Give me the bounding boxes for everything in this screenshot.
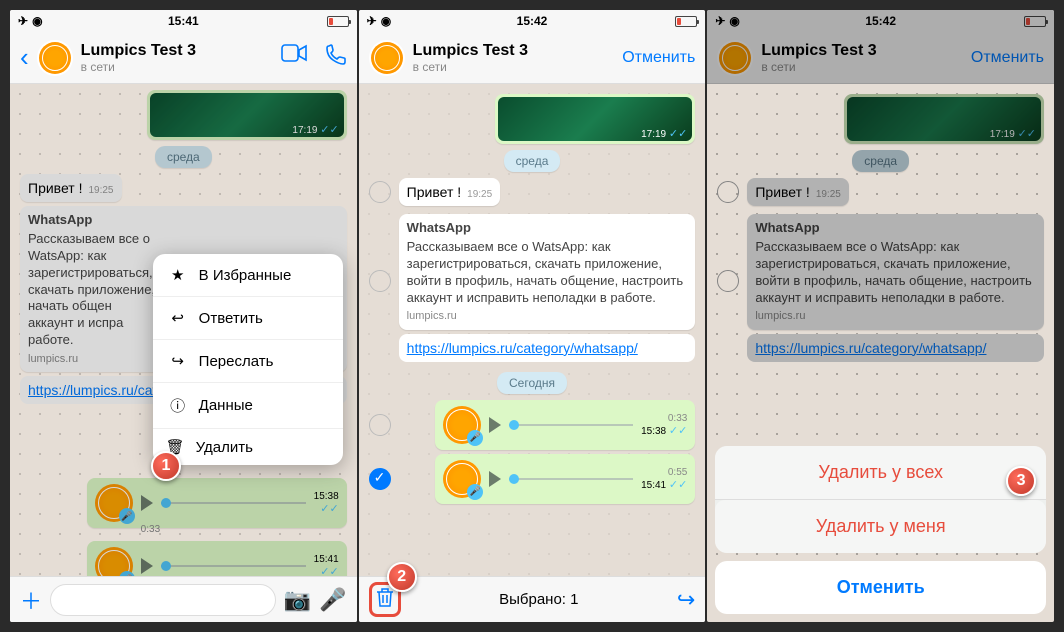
battery-icon	[675, 16, 697, 27]
status-bar: ✈ ◉ 15:41	[10, 10, 357, 32]
phone-screen-1: ✈ ◉ 15:41 ‹ Lumpics Test 3 в сети 17:19 ✓…	[10, 10, 357, 622]
play-icon[interactable]	[141, 495, 153, 511]
avatar[interactable]	[369, 40, 405, 76]
cancel-button: Отменить	[971, 49, 1044, 67]
voice-message[interactable]: 🎤 15:41✓✓	[87, 541, 347, 576]
status-bar: ✈ ◉ 15:42	[707, 10, 1054, 32]
menu-info[interactable]: ⓘДанные	[153, 383, 343, 429]
plus-icon[interactable]: ＋	[20, 584, 42, 616]
voice-message[interactable]: 🎤 0:3315:38 ✓✓	[435, 400, 695, 450]
select-radio[interactable]	[369, 414, 391, 436]
avatar[interactable]	[37, 40, 73, 76]
step-badge-1: 1	[151, 451, 181, 481]
avatar	[717, 40, 753, 76]
chat-footer: ＋ 📷 🎤	[10, 576, 357, 622]
forward-icon: ↪	[169, 352, 187, 370]
play-icon[interactable]	[489, 417, 501, 433]
action-sheet: Удалить у всех Удалить у меня Отменить	[715, 446, 1046, 614]
camera-icon[interactable]: 📷	[284, 587, 311, 613]
select-radio[interactable]	[369, 270, 391, 292]
video-call-icon[interactable]	[281, 44, 307, 71]
message-bubble[interactable]: Привет !19:25	[20, 174, 122, 202]
image-message: 17:19 ✓✓	[844, 94, 1044, 144]
chat-header: Lumpics Test 3 в сети Отменить	[359, 32, 706, 84]
select-radio[interactable]	[369, 181, 391, 203]
forward-icon[interactable]: ↪	[677, 587, 695, 613]
contact-status: в сети	[413, 60, 615, 74]
voice-call-icon[interactable]	[325, 44, 347, 71]
airplane-icon: ✈	[18, 14, 28, 28]
message-input[interactable]	[50, 584, 276, 616]
image-message[interactable]: 17:19 ✓✓	[495, 94, 695, 144]
select-radio	[717, 181, 739, 203]
star-icon: ★	[169, 266, 187, 284]
contact-name: Lumpics Test 3	[81, 41, 273, 60]
menu-reply[interactable]: ↩Ответить	[153, 297, 343, 340]
reply-icon: ↩	[169, 309, 187, 327]
mic-icon: 🎤	[467, 484, 483, 500]
image-message[interactable]: 17:19 ✓✓	[147, 90, 347, 140]
phone-screen-3: ✈◉ 15:42 Lumpics Test 3 в сети Отменить …	[707, 10, 1054, 622]
context-menu: ★В Избранные ↩Ответить ↪Переслать ⓘДанны…	[153, 254, 343, 465]
voice-message-selected[interactable]: 🎤 0:5515:41 ✓✓	[435, 454, 695, 504]
wifi-icon: ◉	[381, 14, 391, 28]
day-separator: среда	[852, 150, 909, 172]
link-preview[interactable]: WhatsApp Рассказываем все о WatsApp: как…	[399, 214, 696, 330]
contact-status: в сети	[81, 60, 273, 74]
mic-icon: 🎤	[119, 508, 135, 524]
link-message: https://lumpics.ru/category/whatsapp/	[747, 334, 1044, 362]
link-preview: WhatsApp Рассказываем все о WatsApp: как…	[747, 214, 1044, 330]
sheet-cancel-button[interactable]: Отменить	[715, 561, 1046, 614]
day-separator: среда	[155, 146, 212, 168]
info-icon: ⓘ	[169, 395, 187, 416]
delete-for-me-button[interactable]: Удалить у меня	[715, 500, 1046, 553]
mic-icon: 🎤	[467, 430, 483, 446]
status-time: 15:42	[517, 14, 548, 28]
selected-count: Выбрано: 1	[409, 591, 669, 608]
delete-for-everyone-button[interactable]: Удалить у всех	[715, 446, 1046, 500]
play-icon[interactable]	[141, 558, 153, 574]
chat-header: Lumpics Test 3 в сети Отменить	[707, 32, 1054, 84]
back-icon[interactable]: ‹	[20, 42, 29, 73]
battery-icon	[327, 16, 349, 27]
play-icon[interactable]	[489, 471, 501, 487]
chat-header: ‹ Lumpics Test 3 в сети	[10, 32, 357, 84]
phone-screen-2: ✈◉ 15:42 Lumpics Test 3 в сети Отменить …	[359, 10, 706, 622]
menu-star[interactable]: ★В Избранные	[153, 254, 343, 297]
airplane-icon: ✈	[715, 14, 725, 28]
contact-status: в сети	[761, 60, 963, 74]
select-radio-checked[interactable]	[369, 468, 391, 490]
contact-name: Lumpics Test 3	[761, 41, 963, 60]
status-time: 15:41	[168, 14, 199, 28]
contact-name: Lumpics Test 3	[413, 41, 615, 60]
mic-icon[interactable]: 🎤	[319, 587, 346, 613]
day-separator: среда	[504, 150, 561, 172]
message-bubble[interactable]: Привет !19:25	[399, 178, 501, 206]
step-badge-2: 2	[387, 562, 417, 592]
message-bubble: Привет !19:25	[747, 178, 849, 206]
voice-message[interactable]: 🎤 15:38✓✓	[87, 478, 347, 528]
link-message[interactable]: https://lumpics.ru/category/whatsapp/	[399, 334, 696, 362]
wifi-icon: ◉	[729, 14, 739, 28]
select-radio	[717, 270, 739, 292]
battery-icon	[1024, 16, 1046, 27]
status-time: 15:42	[865, 14, 896, 28]
airplane-icon: ✈	[367, 14, 377, 28]
step-badge-3: 3	[1006, 466, 1036, 496]
wifi-icon: ◉	[32, 14, 42, 28]
status-bar: ✈ ◉ 15:42	[359, 10, 706, 32]
day-separator: Сегодня	[497, 372, 567, 394]
menu-delete[interactable]: 🗑Удалить	[153, 426, 343, 465]
cancel-button[interactable]: Отменить	[622, 49, 695, 67]
menu-forward[interactable]: ↪Переслать	[153, 340, 343, 383]
